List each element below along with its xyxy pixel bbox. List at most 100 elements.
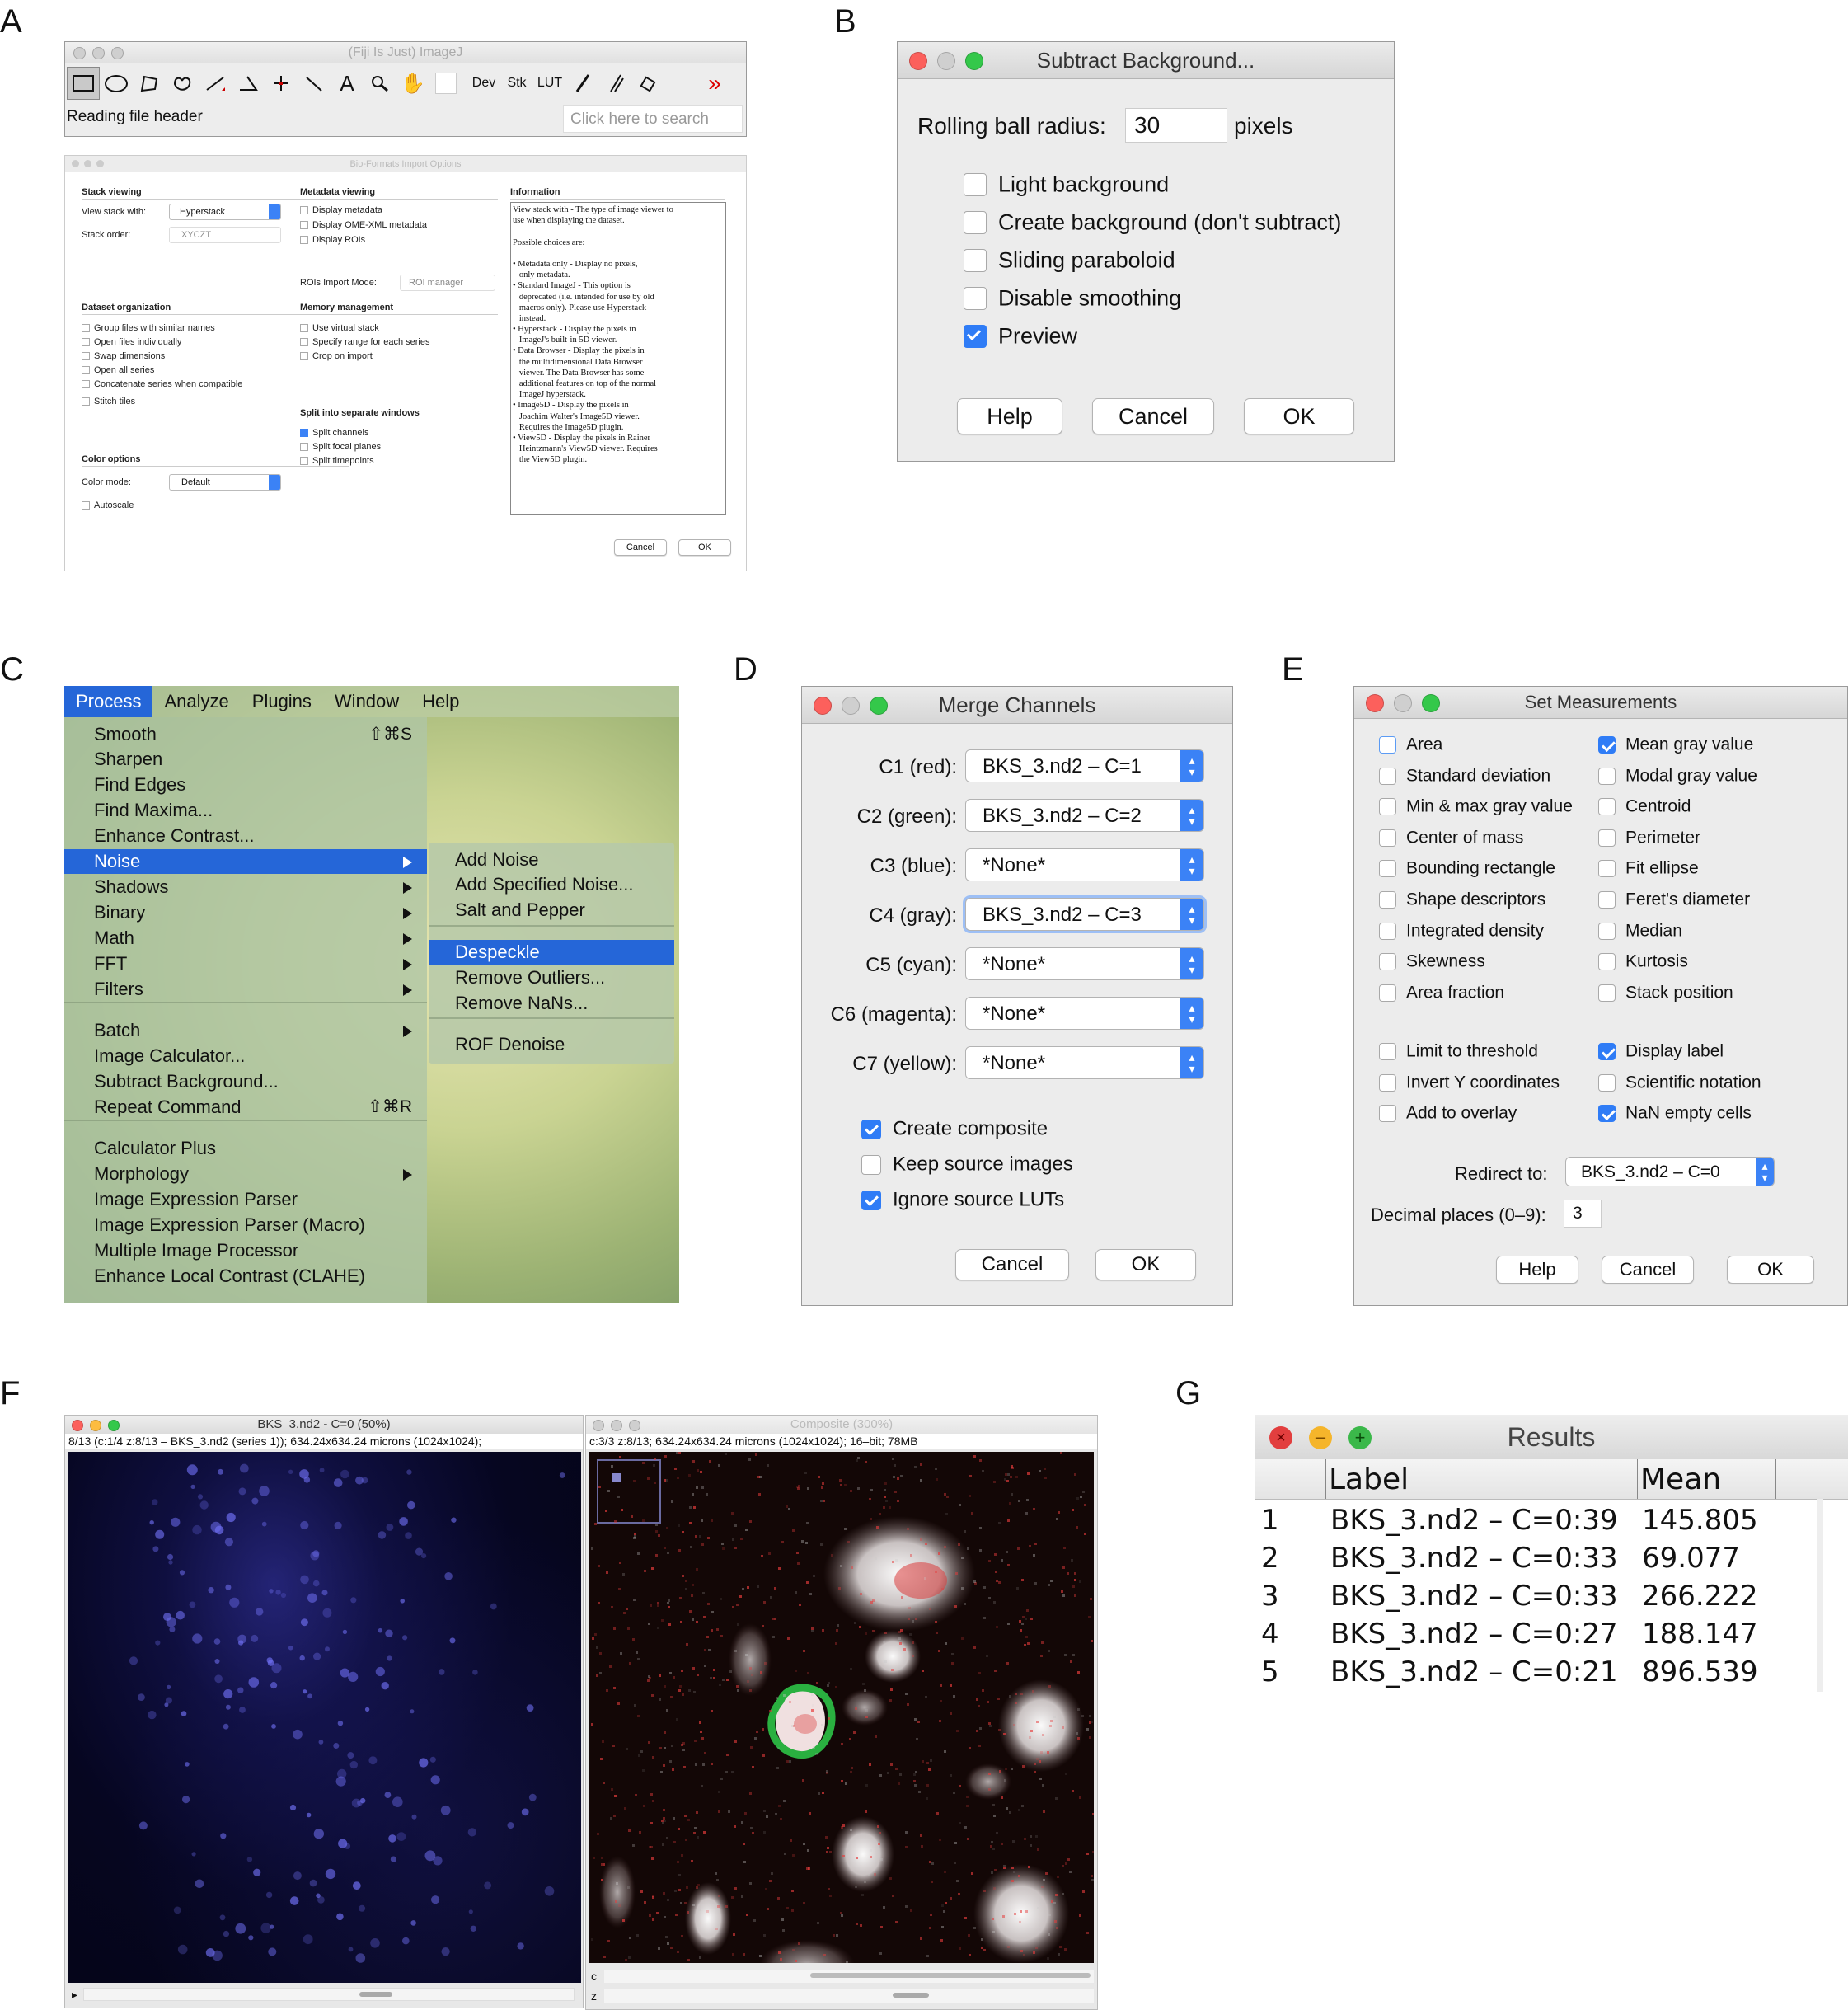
measurement-option-checkbox[interactable]	[1379, 953, 1396, 971]
subtract-option[interactable]: Light background	[964, 171, 1169, 197]
split-option[interactable]: Split focal planes	[300, 442, 381, 452]
more-tools-icon[interactable]: »	[698, 67, 731, 100]
rois-mode-select[interactable]: ROI manager	[400, 275, 495, 291]
cancel-button[interactable]: Cancel	[1602, 1256, 1694, 1284]
measurement-option[interactable]: Median	[1598, 921, 1682, 941]
measurement-option[interactable]: NaN empty cells	[1598, 1103, 1752, 1123]
submenu-item[interactable]: Remove Outliers...	[429, 965, 674, 990]
subtract-option-checkbox[interactable]	[964, 324, 987, 348]
close-light[interactable]	[593, 1420, 604, 1431]
menu-item[interactable]: Repeat Command ⇧⌘R	[64, 1095, 427, 1120]
scrollbar[interactable]	[1817, 1499, 1823, 1692]
dataset-option[interactable]: Swap dimensions	[82, 351, 165, 361]
measurement-option-checkbox[interactable]	[1598, 1073, 1616, 1092]
memory-option[interactable]: Specify range for each series	[300, 337, 429, 347]
measurement-option-checkbox[interactable]	[1598, 860, 1616, 878]
ok-button[interactable]: OK	[1244, 398, 1354, 434]
measurement-option-checkbox[interactable]	[1598, 984, 1616, 1002]
metadata-option-checkbox[interactable]	[300, 236, 308, 245]
close-light[interactable]	[72, 160, 79, 167]
menu-item[interactable]: Math	[64, 926, 427, 951]
merge-option-checkbox[interactable]	[861, 1190, 881, 1210]
menu-item[interactable]: Image Expression Parser (Macro)	[64, 1213, 427, 1237]
point-tool-icon[interactable]	[265, 67, 298, 100]
measurement-option[interactable]: Area fraction	[1379, 983, 1504, 1003]
measurement-option[interactable]: Display label	[1598, 1041, 1724, 1061]
minimize-light[interactable]	[937, 52, 955, 70]
minimize-light[interactable]	[90, 1420, 101, 1431]
measurement-option[interactable]: Center of mass	[1379, 828, 1523, 848]
close-light[interactable]	[814, 697, 832, 715]
zoom-light[interactable]	[1422, 694, 1440, 712]
menu-item[interactable]: Image Calculator...	[64, 1044, 427, 1068]
dataset-option-checkbox[interactable]	[82, 366, 90, 375]
measurement-option[interactable]: Standard deviation	[1379, 766, 1550, 786]
rectangle-tool-icon[interactable]	[67, 67, 100, 100]
measurement-option-checkbox[interactable]	[1379, 890, 1396, 909]
line-tool-icon[interactable]	[199, 67, 232, 100]
metadata-option[interactable]: Display ROIs	[300, 235, 365, 245]
magnifier-icon[interactable]	[364, 67, 396, 100]
z-slider[interactable]	[83, 1988, 575, 2001]
metadata-option[interactable]: Display metadata	[300, 205, 382, 215]
close-icon[interactable]: ×	[1269, 1426, 1292, 1449]
hand-tool-icon[interactable]: ✋	[396, 67, 429, 100]
measurement-option-checkbox[interactable]	[1379, 1105, 1396, 1123]
measurement-option[interactable]: Scientific notation	[1598, 1073, 1761, 1092]
help-button[interactable]: Help	[957, 398, 1062, 434]
measurement-option[interactable]: Modal gray value	[1598, 766, 1757, 786]
menu-item[interactable]: Smooth ⇧⌘S	[64, 722, 427, 747]
measurement-option[interactable]: Feret's diameter	[1598, 890, 1750, 909]
measurement-option[interactable]: Stack position	[1598, 983, 1733, 1003]
dataset-option[interactable]: Group files with similar names	[82, 323, 215, 333]
measurement-option-checkbox[interactable]	[1598, 890, 1616, 909]
menu-item[interactable]: Subtract Background...	[64, 1069, 427, 1094]
submenu-item[interactable]: Add Specified Noise...	[429, 872, 674, 897]
table-row[interactable]: 1 BKS_3.nd2 – C=0:39 145.805	[1255, 1504, 1815, 1540]
menubar-item[interactable]: Help	[410, 686, 471, 717]
dev-menu-tool[interactable]: Dev	[467, 67, 500, 100]
memory-option-checkbox[interactable]	[300, 324, 308, 333]
split-option[interactable]: Split timepoints	[300, 456, 374, 466]
minimize-light[interactable]	[842, 697, 860, 715]
stack-order-select[interactable]: XYCZT	[169, 227, 281, 243]
mean-column-header[interactable]: Mean	[1640, 1463, 1721, 1496]
measurement-option[interactable]: Shape descriptors	[1379, 890, 1545, 909]
table-row[interactable]: 3 BKS_3.nd2 – C=0:33 266.222	[1255, 1580, 1815, 1616]
measurement-option-checkbox[interactable]	[1379, 798, 1396, 816]
subtract-option-checkbox[interactable]	[964, 248, 987, 272]
measurement-option[interactable]: Fit ellipse	[1598, 858, 1699, 878]
channel-select[interactable]: BKS_3.nd2 – C=1 ▴ ▾	[965, 749, 1204, 782]
memory-option[interactable]: Use virtual stack	[300, 323, 379, 333]
help-button[interactable]: Help	[1496, 1256, 1578, 1284]
stk-menu-tool[interactable]: Stk	[500, 67, 533, 100]
freehand-tool-icon[interactable]	[166, 67, 199, 100]
bioformats-cancel-button[interactable]: Cancel	[614, 539, 667, 556]
measurement-option-checkbox[interactable]	[1598, 922, 1616, 940]
subtract-option[interactable]: Preview	[964, 322, 1077, 349]
c0-image-canvas[interactable]	[68, 1452, 581, 1983]
merge-option[interactable]: Keep source images	[861, 1153, 1073, 1176]
channel-select[interactable]: BKS_3.nd2 – C=3 ▴ ▾	[965, 898, 1204, 931]
measurement-option[interactable]: Mean gray value	[1598, 735, 1753, 754]
memory-option-checkbox[interactable]	[300, 338, 308, 347]
minimize-icon[interactable]: –	[1309, 1426, 1332, 1449]
dataset-option-checkbox[interactable]	[82, 338, 90, 347]
split-option-checkbox[interactable]	[300, 443, 308, 452]
measurement-option-checkbox[interactable]	[1598, 735, 1616, 754]
memory-option-checkbox[interactable]	[300, 352, 308, 361]
measurement-option[interactable]: Add to overlay	[1379, 1103, 1517, 1123]
bioformats-ok-button[interactable]: OK	[678, 539, 731, 556]
text-tool-icon[interactable]: A	[331, 67, 364, 100]
minimize-light[interactable]	[92, 47, 105, 59]
search-input[interactable]: Click here to search	[563, 105, 743, 133]
dataset-option-checkbox[interactable]	[82, 397, 90, 406]
table-row[interactable]: 5 BKS_3.nd2 – C=0:21 896.539	[1255, 1655, 1815, 1692]
merge-option[interactable]: Create composite	[861, 1117, 1048, 1141]
measurement-option-checkbox[interactable]	[1379, 984, 1396, 1002]
subtract-option-checkbox[interactable]	[964, 172, 987, 196]
measurement-option[interactable]: Invert Y coordinates	[1379, 1073, 1560, 1092]
dataset-option[interactable]: Concatenate series when compatible	[82, 379, 242, 389]
subtract-option[interactable]: Create background (don't subtract)	[964, 209, 1341, 235]
channel-select[interactable]: *None* ▴ ▾	[965, 848, 1204, 881]
